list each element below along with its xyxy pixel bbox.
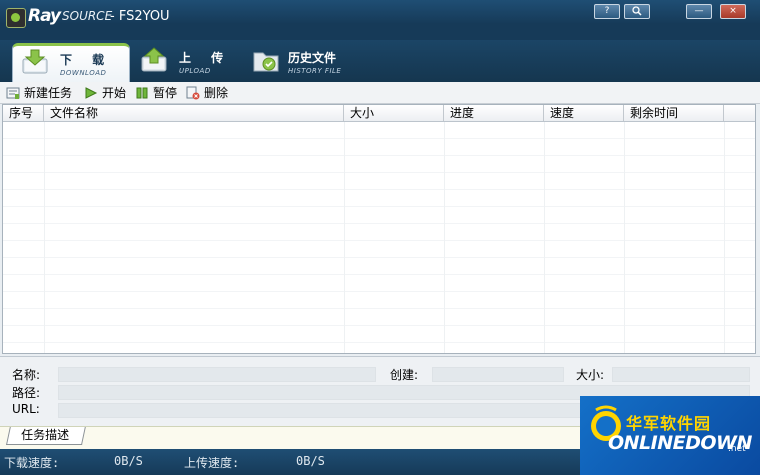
upload-icon bbox=[141, 47, 167, 72]
created-field bbox=[432, 367, 564, 382]
size-field bbox=[612, 367, 750, 382]
title-bar[interactable]: Ray SOURCE - FS2YOU ? — × bbox=[0, 0, 760, 40]
column-divider bbox=[624, 122, 625, 353]
delete-label: 删除 bbox=[204, 86, 229, 100]
watermark-suffix: .net bbox=[728, 444, 746, 454]
tab-history-label: 历史文件 bbox=[288, 51, 337, 65]
tab-history-sub: HISTORY FILE bbox=[288, 67, 342, 75]
column-header-filename[interactable]: 文件名称 bbox=[44, 105, 344, 121]
pause-button[interactable]: 暂停 bbox=[135, 84, 177, 101]
watermark-cn-text: 华军软件园 bbox=[626, 414, 712, 433]
start-button[interactable]: 开始 bbox=[84, 84, 126, 101]
tab-download-sub: DOWNLOAD bbox=[60, 69, 107, 77]
tab-download[interactable]: 下 载 DOWNLOAD bbox=[12, 43, 130, 83]
tab-upload-label: 上 传 bbox=[179, 51, 232, 65]
column-divider bbox=[724, 122, 725, 353]
new-task-icon bbox=[6, 87, 20, 99]
task-list[interactable]: 序号 文件名称 大小 进度 速度 剩余时间 bbox=[2, 104, 756, 354]
onlinedown-watermark: 华军软件园 ONLINEDOWN .net bbox=[580, 396, 760, 475]
column-divider bbox=[44, 122, 45, 353]
pause-label: 暂停 bbox=[153, 86, 178, 100]
logo-source-text: SOURCE bbox=[62, 9, 113, 23]
minimize-button[interactable]: — bbox=[686, 4, 712, 19]
pause-icon bbox=[136, 87, 148, 98]
new-task-button[interactable]: 新建任务 bbox=[6, 84, 72, 101]
created-label: 创建: bbox=[390, 368, 419, 382]
column-header-progress[interactable]: 进度 bbox=[444, 105, 544, 121]
toolbar: 新建任务 开始 暂停 删除 bbox=[0, 82, 760, 104]
column-divider bbox=[344, 122, 345, 353]
tab-upload[interactable]: 上 传 UPLOAD bbox=[132, 44, 242, 82]
column-header-size[interactable]: 大小 bbox=[344, 105, 444, 121]
main-tab-bar: 下 载 DOWNLOAD 上 传 UPLOAD 历史文件 HISTORY FIL… bbox=[0, 40, 760, 83]
logo-ray-text: Ray bbox=[28, 6, 61, 26]
tab-task-description[interactable]: 任务描述 bbox=[6, 427, 86, 445]
download-icon bbox=[22, 49, 48, 74]
name-field bbox=[58, 367, 376, 382]
help-button[interactable]: ? bbox=[594, 4, 620, 19]
size-label: 大小: bbox=[576, 368, 605, 382]
column-divider bbox=[444, 122, 445, 353]
delete-button[interactable]: 删除 bbox=[186, 84, 228, 101]
search-icon bbox=[632, 6, 642, 16]
delete-icon bbox=[186, 86, 200, 99]
download-speed-value: 0B/S bbox=[114, 454, 143, 468]
task-list-rows bbox=[3, 122, 755, 353]
tab-history[interactable]: 历史文件 HISTORY FILE bbox=[250, 44, 380, 82]
url-label: URL: bbox=[12, 402, 40, 416]
upload-speed-value: 0B/S bbox=[296, 454, 325, 468]
column-header-speed[interactable]: 速度 bbox=[544, 105, 624, 121]
window-title: - FS2YOU bbox=[110, 9, 170, 24]
history-folder-icon bbox=[253, 52, 279, 72]
download-speed-label: 下载速度: bbox=[4, 456, 60, 470]
start-label: 开始 bbox=[102, 86, 127, 100]
name-label: 名称: bbox=[12, 368, 41, 382]
task-description-label: 任务描述 bbox=[21, 428, 70, 442]
tab-upload-sub: UPLOAD bbox=[179, 67, 211, 75]
column-divider bbox=[544, 122, 545, 353]
new-task-label: 新建任务 bbox=[24, 86, 73, 100]
task-list-header: 序号 文件名称 大小 进度 速度 剩余时间 bbox=[3, 105, 755, 122]
column-header-remaining[interactable]: 剩余时间 bbox=[624, 105, 724, 121]
tab-download-label: 下 载 bbox=[60, 53, 113, 67]
search-button[interactable] bbox=[624, 4, 650, 19]
path-label: 路径: bbox=[12, 386, 41, 400]
app-window: Ray SOURCE - FS2YOU ? — × 下 载 DOWNLOAD 上… bbox=[0, 0, 760, 475]
column-header-index[interactable]: 序号 bbox=[3, 105, 44, 121]
app-logo-icon bbox=[6, 8, 26, 28]
upload-speed-label: 上传速度: bbox=[184, 456, 240, 470]
play-icon bbox=[85, 86, 98, 99]
close-button[interactable]: × bbox=[720, 4, 746, 19]
